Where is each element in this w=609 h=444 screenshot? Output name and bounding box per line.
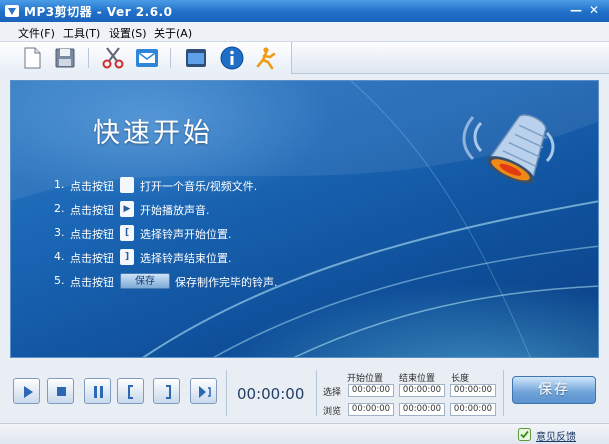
current-time-display: 00:00:00: [237, 385, 305, 403]
step-text: 保存制作完毕的铃声.: [175, 276, 278, 289]
bracket-left-icon: [128, 385, 133, 399]
step-prefix: 点击按钮: [70, 252, 114, 265]
menu-bar: 文件(F) 工具(T) 设置(S) 关于(A): [0, 22, 609, 42]
bracket-right-icon: [166, 385, 171, 399]
pause-icon: [94, 386, 103, 398]
menu-file[interactable]: 文件(F): [18, 25, 55, 41]
divider: [503, 370, 504, 416]
start-position-header: 开始位置: [347, 374, 384, 384]
save-mini-button-icon: 保存: [120, 273, 170, 289]
step-text: 选择铃声开始位置.: [140, 228, 232, 241]
toolbar-separator: [88, 48, 89, 68]
runner-icon[interactable]: [254, 46, 278, 70]
quick-start-panel: 快速开始 1. 点击按钮 打开一个音乐/视频文件. 2. 点击按钮 ▶ 开始播放…: [10, 80, 599, 358]
mark-end-mini-icon: ]: [120, 249, 134, 265]
toolbar: [0, 42, 609, 74]
browse-row-label: 浏览: [323, 407, 342, 417]
menu-about[interactable]: 关于(A): [154, 25, 192, 41]
save-button[interactable]: 保存: [512, 376, 596, 404]
length-header: 长度: [451, 374, 470, 384]
app-window: MP3剪切器 - Ver 2.6.0 — ✕ 文件(F) 工具(T) 设置(S)…: [0, 0, 609, 444]
browse-start-field: 00:00:00: [348, 403, 394, 416]
title-bar[interactable]: MP3剪切器 - Ver 2.6.0 — ✕: [0, 0, 609, 22]
selection-end-field[interactable]: 00:00:00: [399, 384, 445, 397]
browse-end-field: 00:00:00: [399, 403, 445, 416]
mark-end-button[interactable]: [153, 378, 180, 404]
play-button[interactable]: [13, 378, 40, 404]
divider: [316, 370, 317, 416]
pause-button[interactable]: [84, 378, 111, 404]
play-mini-icon: ▶: [120, 201, 134, 217]
step-number: 5.: [54, 274, 65, 287]
step-number: 1.: [54, 178, 65, 191]
step-text: 开始播放声音.: [140, 204, 210, 217]
window-icon[interactable]: [184, 46, 208, 70]
step-prefix: 点击按钮: [70, 228, 114, 241]
feedback-check-icon: [518, 428, 531, 441]
step-text: 选择铃声结束位置.: [140, 252, 232, 265]
selection-length-field: 00:00:00: [450, 384, 496, 397]
selection-row-label: 选择: [323, 388, 342, 398]
new-file-mini-icon: [120, 177, 134, 193]
scissors-icon[interactable]: [101, 46, 125, 70]
menu-tools[interactable]: 工具(T): [63, 25, 100, 41]
play-selection-button[interactable]: [190, 378, 217, 404]
step-number: 2.: [54, 202, 65, 215]
end-position-header: 结束位置: [399, 374, 436, 384]
step-number: 3.: [54, 226, 65, 239]
step-prefix: 点击按钮: [70, 180, 114, 193]
stop-button[interactable]: [47, 378, 74, 404]
close-button[interactable]: ✕: [586, 3, 602, 18]
quick-start-title: 快速开始: [93, 118, 213, 149]
info-icon[interactable]: [220, 46, 244, 70]
step-text: 打开一个音乐/视频文件.: [140, 180, 258, 193]
status-bar: 意见反馈: [0, 423, 609, 444]
save-disk-icon[interactable]: [53, 46, 77, 70]
email-icon[interactable]: [135, 46, 159, 70]
new-file-icon[interactable]: [20, 46, 44, 70]
browse-length-field: 00:00:00: [450, 403, 496, 416]
mark-start-button[interactable]: [117, 378, 144, 404]
mark-start-mini-icon: [: [120, 225, 134, 241]
step-prefix: 点击按钮: [70, 276, 114, 289]
step-number: 4.: [54, 250, 65, 263]
playback-controls: 00:00:00 开始位置 结束位置 长度 选择 00:00:00 00:00:…: [10, 366, 599, 420]
selection-start-field[interactable]: 00:00:00: [348, 384, 394, 397]
play-selection-icon: [199, 386, 211, 398]
window-title: MP3剪切器 - Ver 2.6.0: [24, 5, 173, 19]
feedback-link[interactable]: 意见反馈: [536, 428, 576, 443]
stop-icon: [57, 387, 66, 396]
app-logo-icon: [5, 5, 19, 17]
step-prefix: 点击按钮: [70, 204, 114, 217]
toolbar-separator: [170, 48, 171, 68]
bell-icon: [462, 114, 555, 184]
divider: [226, 370, 227, 416]
minimize-button[interactable]: —: [568, 3, 584, 18]
menu-settings[interactable]: 设置(S): [109, 25, 147, 41]
play-icon: [24, 386, 33, 398]
